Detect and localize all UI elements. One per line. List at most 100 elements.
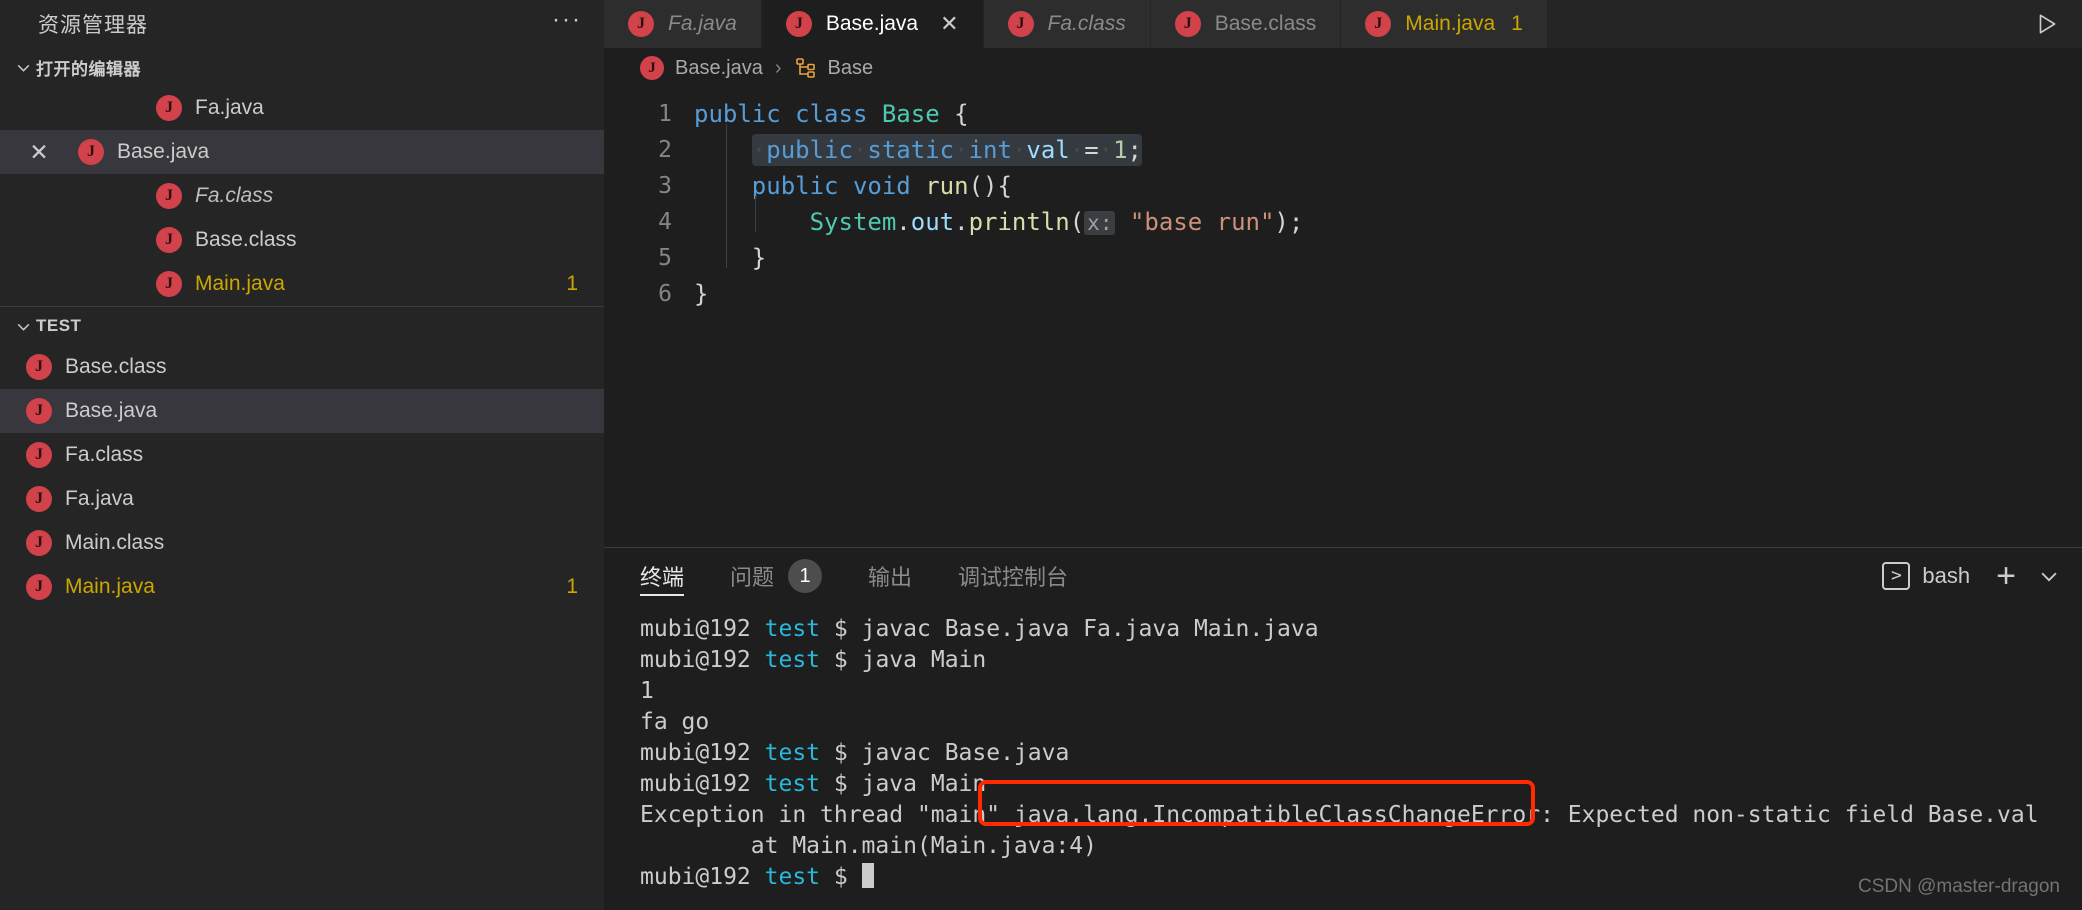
section-open-editors-header[interactable]: 打开的编辑器: [0, 48, 604, 86]
line-content: }: [694, 244, 767, 272]
terminal-line: at Main.main(Main.java:4): [640, 833, 1097, 859]
editor-tab-bar: J Fa.java J Base.java ✕ J Fa.class J Bas…: [604, 0, 2082, 48]
editor-area: J Fa.java J Base.java ✕ J Fa.class J Bas…: [604, 0, 2082, 910]
plus-icon[interactable]: +: [1996, 559, 2016, 593]
tab-debug-console[interactable]: 调试控制台: [958, 548, 1068, 604]
tab-fa-java[interactable]: J Fa.java: [604, 0, 762, 48]
tab-label: Base.class: [1214, 12, 1317, 35]
section-folder-header[interactable]: TEST: [0, 307, 604, 345]
prompt-dir: test: [764, 864, 821, 890]
prompt-symbol: $: [833, 740, 848, 766]
tab-output[interactable]: 输出: [868, 548, 912, 604]
terminal-command: javac Base.java: [861, 740, 1070, 766]
terminal-command: java Main: [861, 771, 987, 797]
line-content: }: [694, 280, 709, 308]
file-label: Base.class: [65, 355, 167, 378]
page-title: 资源管理器: [38, 14, 148, 37]
prompt-symbol: $: [833, 771, 848, 797]
open-editor-label: Fa.class: [195, 184, 274, 207]
code-line: 4 System.out.println(x: "base run");: [604, 204, 2082, 240]
code-line: 2 ·public·static·int·val·=·1;: [604, 132, 2082, 168]
terminal-cursor: [861, 863, 874, 888]
file-item-base-java[interactable]: J Base.java: [0, 389, 604, 433]
file-item-fa-java[interactable]: J Fa.java: [0, 477, 604, 521]
play-run-icon[interactable]: [2034, 11, 2060, 37]
open-editor-item-base-java[interactable]: ✕ J Base.java: [0, 130, 604, 174]
prompt-symbol: $: [833, 616, 848, 642]
java-file-icon: J: [26, 398, 52, 424]
terminal-icon[interactable]: >: [1882, 562, 1911, 590]
section-open-editors-label: 打开的编辑器: [36, 59, 141, 79]
terminal-line: Exception in thread "main" java.lang.Inc…: [640, 802, 2039, 828]
open-editor-label: Main.java: [195, 272, 285, 295]
java-file-icon: J: [26, 442, 52, 468]
java-file-icon: J: [156, 227, 182, 253]
tab-problems-label: 问题: [730, 565, 775, 590]
java-file-icon: J: [1365, 11, 1392, 37]
tab-main-java[interactable]: J Main.java 1: [1341, 0, 1548, 48]
file-item-main-class[interactable]: J Main.class: [0, 521, 604, 565]
problems-count-badge: 1: [788, 559, 823, 593]
explorer-title-row: 资源管理器 ···: [0, 0, 604, 48]
file-label: Base.java: [65, 399, 158, 422]
breadcrumb-file[interactable]: Base.java: [675, 57, 763, 80]
tab-problems[interactable]: 问题 1: [730, 548, 823, 604]
open-editor-item-base-class[interactable]: J Base.class: [0, 218, 604, 262]
line-number: 5: [658, 245, 672, 271]
file-item-base-class[interactable]: J Base.class: [0, 345, 604, 389]
java-file-icon: J: [640, 56, 664, 80]
terminal-line: mubi@192 test $ javac Base.java Fa.java …: [640, 614, 2082, 645]
file-label: Main.class: [65, 531, 165, 554]
breadcrumb[interactable]: J Base.java › Base: [604, 48, 2082, 88]
tab-fa-class[interactable]: J Fa.class: [983, 0, 1151, 48]
terminal-command: java Main: [861, 647, 987, 673]
file-item-main-java[interactable]: J Main.java 1: [0, 565, 604, 609]
prompt-dir: test: [764, 771, 821, 797]
java-file-icon: J: [785, 11, 812, 37]
breadcrumb-symbol[interactable]: Base: [828, 57, 874, 80]
close-icon[interactable]: ✕: [940, 13, 958, 35]
open-editor-item-main-java[interactable]: J Main.java 1: [0, 262, 604, 306]
open-editor-item-fa-java[interactable]: J Fa.java: [0, 86, 604, 130]
shell-name-label[interactable]: bash: [1922, 563, 1970, 589]
tab-bar-filler: [1547, 0, 2012, 48]
panel-actions: > bash +: [1882, 559, 2060, 593]
panel-tab-bar: 终端 问题 1 输出 调试控制台 > bash +: [604, 548, 2082, 604]
terminal-line: mubi@192 test $ java Main: [640, 769, 2082, 800]
tab-label: Base.java: [825, 12, 919, 35]
bottom-panel: 终端 问题 1 输出 调试控制台 > bash + mubi@192 test …: [604, 548, 2082, 910]
ellipsis-icon[interactable]: ···: [552, 8, 582, 33]
java-file-icon: J: [156, 183, 182, 209]
open-editor-label: Fa.java: [195, 96, 264, 119]
tab-base-java[interactable]: J Base.java ✕: [761, 0, 984, 48]
prompt-user: mubi@192: [640, 771, 751, 797]
code-line: 6 }: [604, 276, 2082, 312]
terminal-output[interactable]: mubi@192 test $ javac Base.java Fa.java …: [604, 604, 2082, 910]
chevron-down-icon: [10, 318, 36, 335]
line-content: public class Base {: [694, 100, 969, 128]
open-editor-item-fa-class[interactable]: J Fa.class: [0, 174, 604, 218]
tab-debug-console-label: 调试控制台: [958, 565, 1069, 590]
explorer-sidebar: 资源管理器 ··· 打开的编辑器 J Fa.java ✕ J Base.java…: [0, 0, 604, 910]
code-editor[interactable]: 1 public class Base { 2 ·public·static·i…: [604, 88, 2082, 547]
java-file-icon: J: [26, 574, 52, 600]
tab-base-class[interactable]: J Base.class: [1150, 0, 1342, 48]
status-badge: 1: [566, 272, 578, 295]
chevron-down-icon[interactable]: [2038, 565, 2060, 587]
prompt-dir: test: [764, 647, 821, 673]
line-number: 1: [658, 101, 672, 127]
line-content: ·public·static·int·val·=·1;: [751, 134, 1142, 166]
prompt-dir: test: [764, 616, 821, 642]
java-file-icon: J: [1174, 11, 1201, 37]
prompt-user: mubi@192: [640, 616, 751, 642]
indent-guide: [726, 124, 727, 268]
breadcrumb-separator: ›: [774, 56, 782, 79]
line-number: 4: [658, 209, 672, 235]
status-badge: 1: [566, 575, 578, 598]
close-icon[interactable]: ✕: [0, 140, 78, 164]
terminal-line: fa go: [640, 709, 710, 735]
file-item-fa-class[interactable]: J Fa.class: [0, 433, 604, 477]
tab-terminal[interactable]: 终端: [640, 548, 685, 604]
file-label: Fa.class: [65, 443, 144, 466]
line-number: 3: [658, 173, 672, 199]
